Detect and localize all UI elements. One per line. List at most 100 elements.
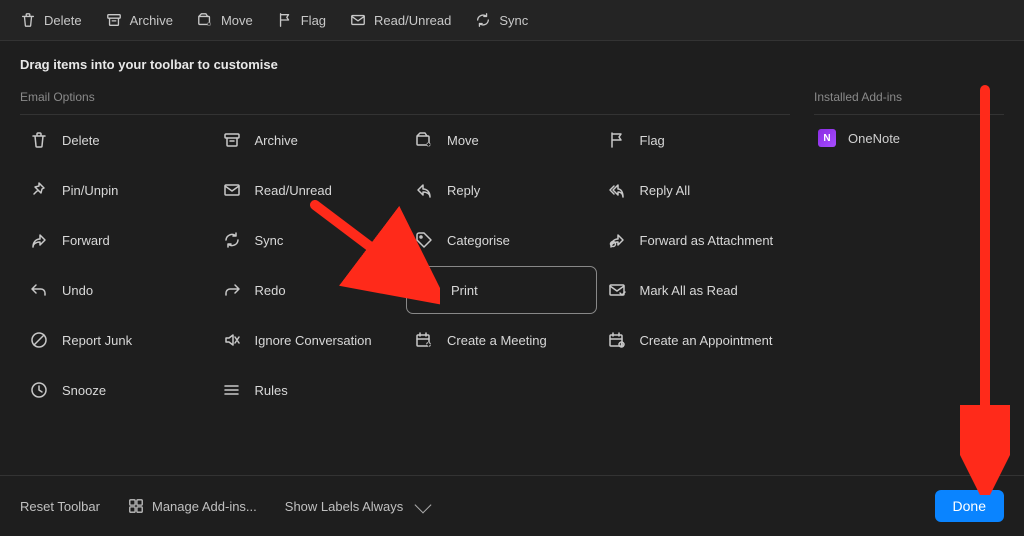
addins-section: Installed Add-ins NOneNote xyxy=(814,84,1004,415)
option-label: Move xyxy=(447,133,479,148)
option-label: Forward xyxy=(62,233,110,248)
reset-toolbar-button[interactable]: Reset Toolbar xyxy=(20,499,100,514)
mail-icon xyxy=(223,181,241,199)
option-forward-as-attachment[interactable]: Forward as Attachment xyxy=(598,215,791,265)
option-ignore-conversation[interactable]: Ignore Conversation xyxy=(213,315,406,365)
archive-icon xyxy=(223,131,241,149)
toolbar-item-archive[interactable]: Archive xyxy=(106,12,173,28)
option-label: Archive xyxy=(255,133,298,148)
undo-icon xyxy=(30,281,48,299)
done-button[interactable]: Done xyxy=(935,490,1004,522)
sync-icon xyxy=(475,12,491,28)
addin-onenote[interactable]: N OneNote xyxy=(814,114,1004,161)
option-label: Reply xyxy=(447,183,480,198)
flag-icon xyxy=(608,131,626,149)
option-create-an-appointment[interactable]: Create an Appointment xyxy=(598,315,791,365)
option-label: Print xyxy=(451,283,478,298)
archive-icon xyxy=(106,12,122,28)
meeting-icon xyxy=(415,331,433,349)
onenote-icon: N xyxy=(818,129,836,147)
instructions-text: Drag items into your toolbar to customis… xyxy=(0,41,1024,76)
tag-icon xyxy=(415,231,433,249)
option-label: Sync xyxy=(255,233,284,248)
flag-icon xyxy=(277,12,293,28)
mark-read-icon xyxy=(608,281,626,299)
content-area: Email Options Delete Archive Move Flag Pin/U… xyxy=(0,76,1024,415)
option-redo[interactable]: Redo xyxy=(213,265,406,315)
addins-icon xyxy=(128,498,144,514)
option-label: Categorise xyxy=(447,233,510,248)
option-delete[interactable]: Delete xyxy=(20,115,213,165)
option-label: Delete xyxy=(62,133,100,148)
option-label: Pin/Unpin xyxy=(62,183,118,198)
option-label: Ignore Conversation xyxy=(255,333,372,348)
toolbar-item-move[interactable]: Move xyxy=(197,12,253,28)
toolbar-item-read-unread[interactable]: Read/Unread xyxy=(350,12,451,28)
footer: Reset Toolbar Manage Add-ins... Show Lab… xyxy=(0,475,1024,536)
option-label: Snooze xyxy=(62,383,106,398)
toolbar: Delete Archive Move Flag Read/Unread Sync xyxy=(0,0,1024,41)
junk-icon xyxy=(30,331,48,349)
toolbar-item-delete[interactable]: Delete xyxy=(20,12,82,28)
toolbar-label: Delete xyxy=(44,13,82,28)
toolbar-label: Archive xyxy=(130,13,173,28)
option-label: Forward as Attachment xyxy=(640,233,774,248)
option-archive[interactable]: Archive xyxy=(213,115,406,165)
option-label: Undo xyxy=(62,283,93,298)
rules-icon xyxy=(223,381,241,399)
reply-all-icon xyxy=(608,181,626,199)
chevron-down-icon xyxy=(415,496,432,513)
sync-icon xyxy=(223,231,241,249)
toolbar-item-flag[interactable]: Flag xyxy=(277,12,326,28)
toolbar-label: Sync xyxy=(499,13,528,28)
trash-icon xyxy=(30,131,48,149)
option-label: Reply All xyxy=(640,183,691,198)
option-label: Create a Meeting xyxy=(447,333,547,348)
option-label: Mark All as Read xyxy=(640,283,738,298)
addins-list: N OneNote xyxy=(814,114,1004,161)
option-categorise[interactable]: Categorise xyxy=(405,215,598,265)
option-create-a-meeting[interactable]: Create a Meeting xyxy=(405,315,598,365)
show-labels-dropdown[interactable]: Show Labels Always xyxy=(285,499,430,514)
option-snooze[interactable]: Snooze xyxy=(20,365,213,415)
option-undo[interactable]: Undo xyxy=(20,265,213,315)
toolbar-label: Flag xyxy=(301,13,326,28)
toolbar-item-sync[interactable]: Sync xyxy=(475,12,528,28)
toolbar-label: Read/Unread xyxy=(374,13,451,28)
addin-label: OneNote xyxy=(848,131,900,146)
option-label: Read/Unread xyxy=(255,183,332,198)
print-icon xyxy=(419,281,437,299)
manage-addins-button[interactable]: Manage Add-ins... xyxy=(128,498,257,514)
toolbar-label: Move xyxy=(221,13,253,28)
appointment-icon xyxy=(608,331,626,349)
trash-icon xyxy=(20,12,36,28)
move-icon xyxy=(415,131,433,149)
email-options-section: Email Options Delete Archive Move Flag Pin/U… xyxy=(20,84,790,415)
pin-icon xyxy=(30,181,48,199)
option-sync[interactable]: Sync xyxy=(213,215,406,265)
reply-icon xyxy=(415,181,433,199)
option-label: Flag xyxy=(640,133,665,148)
option-forward[interactable]: Forward xyxy=(20,215,213,265)
options-grid: Delete Archive Move Flag Pin/Unpin Read/Unrea… xyxy=(20,114,790,415)
option-move[interactable]: Move xyxy=(405,115,598,165)
option-label: Redo xyxy=(255,283,286,298)
email-options-title: Email Options xyxy=(20,84,790,114)
option-pin-unpin[interactable]: Pin/Unpin xyxy=(20,165,213,215)
option-reply-all[interactable]: Reply All xyxy=(598,165,791,215)
option-mark-all-as-read[interactable]: Mark All as Read xyxy=(598,265,791,315)
option-label: Create an Appointment xyxy=(640,333,773,348)
option-print[interactable]: Print xyxy=(405,265,598,315)
move-icon xyxy=(197,12,213,28)
option-label: Rules xyxy=(255,383,288,398)
option-reply[interactable]: Reply xyxy=(405,165,598,215)
option-flag[interactable]: Flag xyxy=(598,115,791,165)
option-read-unread[interactable]: Read/Unread xyxy=(213,165,406,215)
option-rules[interactable]: Rules xyxy=(213,365,406,415)
clock-icon xyxy=(30,381,48,399)
option-label: Report Junk xyxy=(62,333,132,348)
redo-icon xyxy=(223,281,241,299)
mute-icon xyxy=(223,331,241,349)
option-report-junk[interactable]: Report Junk xyxy=(20,315,213,365)
attach-forward-icon xyxy=(608,231,626,249)
